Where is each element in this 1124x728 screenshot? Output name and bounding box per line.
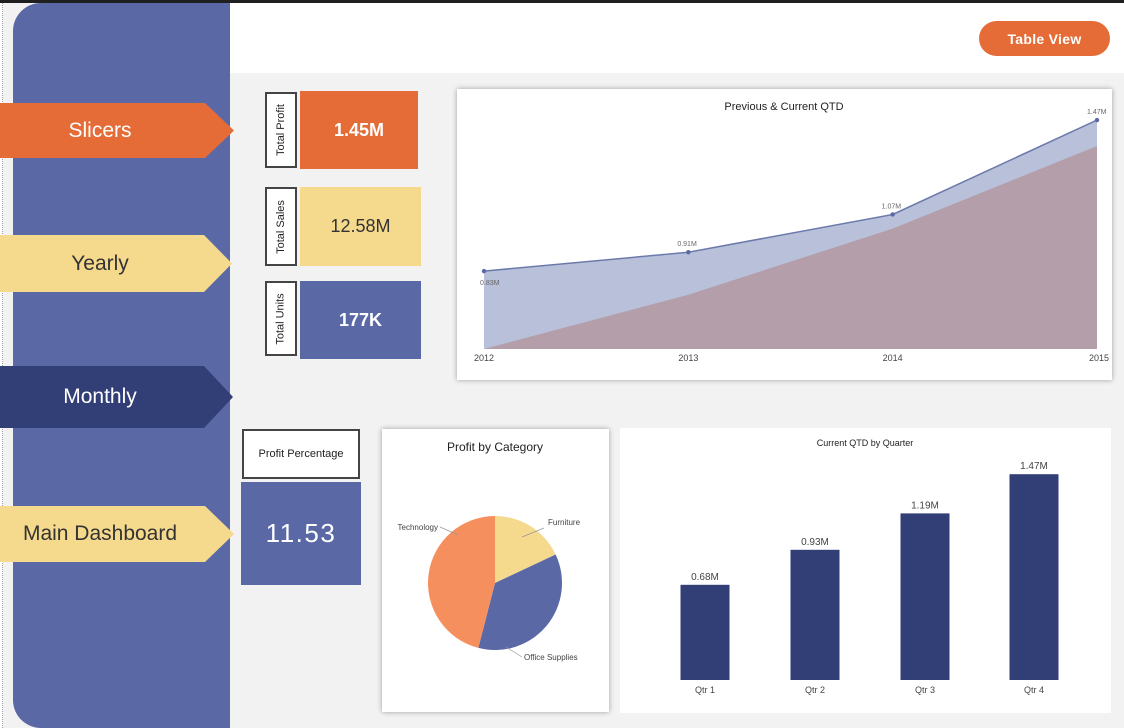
bar-data-label: 0.68M xyxy=(691,572,719,583)
pie-leader-line xyxy=(505,646,523,658)
profit-percentage-card: 11.53 xyxy=(241,482,361,585)
area-data-label: 0.83M xyxy=(480,280,500,287)
total-sales-label: Total Sales xyxy=(275,199,287,254)
total-sales-card: 12.58M xyxy=(300,187,421,266)
pie-category-label: Office Supplies xyxy=(524,653,578,662)
total-profit-label: Total Profit xyxy=(275,104,287,156)
previous-qtd-point xyxy=(890,212,895,217)
quarter-bar xyxy=(1009,474,1059,680)
previous-qtd-point xyxy=(1094,117,1100,123)
nav-yearly-label: Yearly xyxy=(71,251,129,275)
bar-data-label: 0.93M xyxy=(801,537,829,548)
area-x-tick-label: 2012 xyxy=(474,353,494,363)
bar-chart-title: Current QTD by Quarter xyxy=(817,438,914,448)
total-profit-label-box: Total Profit xyxy=(265,92,297,168)
profit-percentage-label-box: Profit Percentage xyxy=(242,429,360,479)
total-profit-card: 1.45M xyxy=(300,91,418,169)
pie-chart-title: Profit by Category xyxy=(447,440,543,454)
pie-category-label: Furniture xyxy=(548,518,581,527)
bar-x-tick-label: Qtr 3 xyxy=(915,685,935,695)
bar-x-tick-label: Qtr 4 xyxy=(1024,685,1044,695)
profit-by-category-chart: Profit by Category Furniture Office Suppl… xyxy=(398,440,581,662)
qtd-by-quarter-chart: Current QTD by Quarter 0.68M Qtr 1 0.93M Qt… xyxy=(680,438,1059,695)
total-units-label: Total Units xyxy=(275,292,288,345)
nav-slicers-label: Slicers xyxy=(68,118,132,142)
nav-main-dashboard-button[interactable]: Main Dashboard xyxy=(0,506,234,562)
quarter-bar xyxy=(790,549,840,680)
total-sales-label-box: Total Sales xyxy=(265,187,297,266)
pie-category-label: Technology xyxy=(398,523,438,532)
total-units-card: 177K xyxy=(300,281,421,359)
area-data-label: 0.91M xyxy=(677,241,697,248)
area-data-label: 1.07M xyxy=(882,203,902,210)
bar-data-label: 1.47M xyxy=(1020,461,1048,472)
bar-data-label: 1.19M xyxy=(911,500,939,511)
profit-by-category-panel: Profit by Category Furniture Office Suppl… xyxy=(382,429,609,712)
qtd-by-quarter-panel: Current QTD by Quarter 0.68M Qtr 1 0.93M Qt… xyxy=(620,428,1111,713)
qtd-area-chart-panel: Previous & Current QTD 0.83M 0.91M 1.07M 1.… xyxy=(457,89,1112,380)
bar-x-tick-label: Qtr 2 xyxy=(805,685,825,695)
total-units-label-box: Total Units xyxy=(265,281,297,356)
area-x-tick-label: 2013 xyxy=(678,353,698,363)
previous-qtd-point xyxy=(481,268,487,274)
area-chart-title: Previous & Current QTD xyxy=(724,101,843,113)
area-x-tick-label: 2014 xyxy=(883,353,903,363)
nav-yearly-button[interactable]: Yearly xyxy=(0,235,232,292)
nav-monthly-label: Monthly xyxy=(63,385,137,408)
qtd-area-chart: Previous & Current QTD 0.83M 0.91M 1.07M 1.… xyxy=(474,101,1109,363)
area-x-tick-label: 2015 xyxy=(1089,353,1109,363)
nav-slicers-button[interactable]: Slicers xyxy=(0,103,234,158)
nav-main-dashboard-label: Main Dashboard xyxy=(22,522,178,545)
quarter-bar xyxy=(900,513,950,680)
profit-percentage-label: Profit Percentage xyxy=(258,448,344,460)
previous-qtd-point xyxy=(686,250,691,255)
area-data-label: 1.47M xyxy=(1087,109,1107,116)
table-view-button[interactable]: Table View xyxy=(979,21,1110,56)
quarter-bar xyxy=(680,584,730,680)
bar-x-tick-label: Qtr 1 xyxy=(695,685,715,695)
nav-monthly-button[interactable]: Monthly xyxy=(0,366,233,428)
